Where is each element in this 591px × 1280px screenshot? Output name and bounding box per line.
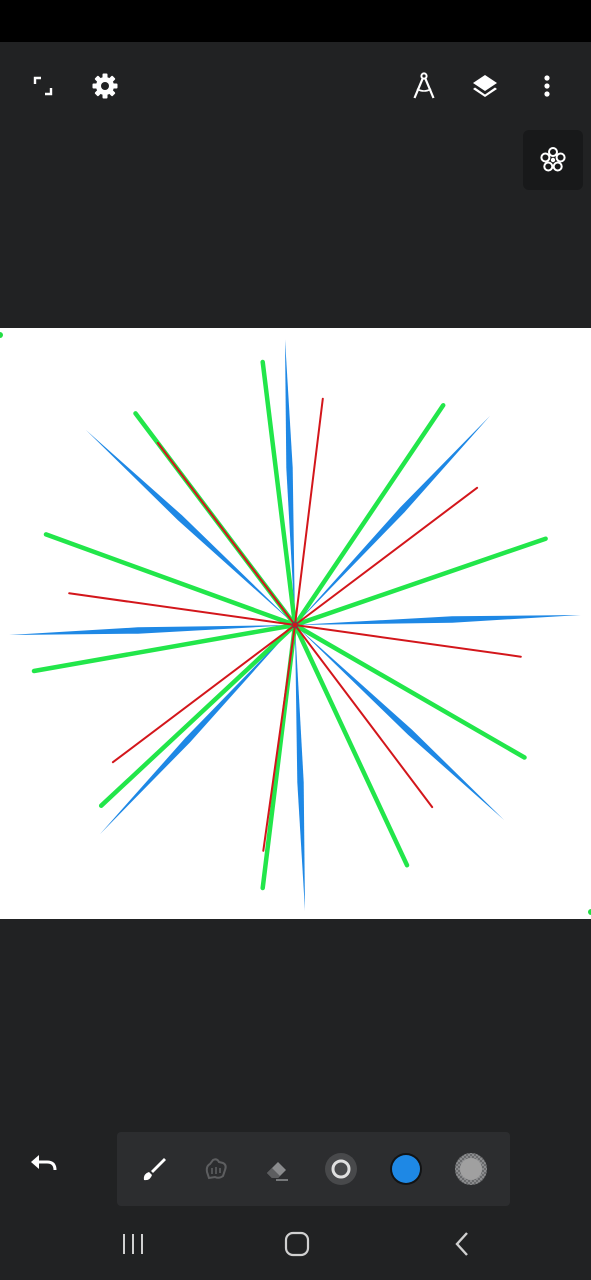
home-icon[interactable] [267,1220,327,1268]
stroke-thin-1 [294,486,479,626]
stroke-line-1 [292,536,548,628]
stroke-thin-8 [294,624,522,658]
tool-palette [117,1132,510,1206]
undo-icon[interactable] [20,1140,68,1188]
fullscreen-icon[interactable] [19,62,67,110]
smudge-icon[interactable] [192,1145,240,1193]
back-icon[interactable] [433,1220,493,1268]
more-vert-icon[interactable] [523,62,571,110]
brush-icon[interactable] [130,1145,178,1193]
stroke-thin-7 [294,624,434,809]
system-nav-bar [0,1206,591,1280]
symmetry-flower-icon[interactable] [523,130,583,190]
layers-icon[interactable] [461,62,509,110]
stroke-line-9 [292,622,410,868]
stroke-tapered-1 [295,615,581,625]
stroke-thin-6 [262,624,296,852]
stroke-tapered-8 [295,625,505,821]
top-toolbar [0,42,591,130]
status-bar [0,0,591,42]
stroke-line-10 [292,622,527,760]
stroke-tapered-4 [85,429,295,625]
opacity-swatch[interactable] [447,1145,495,1193]
gear-icon[interactable] [81,62,129,110]
stroke-tapered-7 [295,625,305,911]
drawing-canvas[interactable] [0,328,591,919]
drafting-compass-icon[interactable] [400,62,448,110]
stroke-thin-5 [111,624,296,764]
color-swatch[interactable] [382,1145,430,1193]
brush-size-icon[interactable] [317,1145,365,1193]
artwork-svg [9,339,581,911]
recent-apps-icon[interactable] [103,1220,163,1268]
stroke-line-5 [43,532,298,628]
eraser-icon[interactable] [253,1145,301,1193]
stroke-thin-4 [68,592,296,626]
